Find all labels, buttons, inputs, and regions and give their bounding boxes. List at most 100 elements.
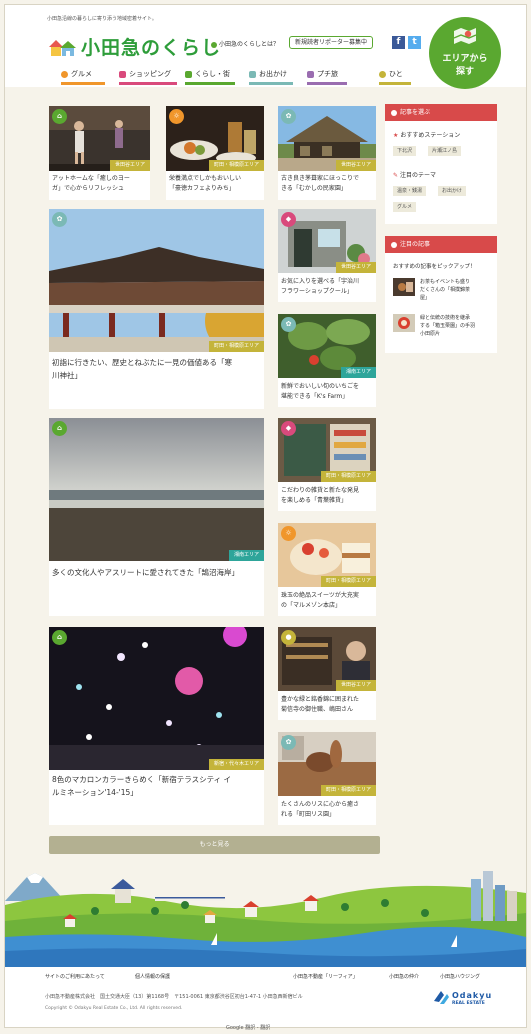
sidebar-choose-heading: 記事を選ぶ — [385, 104, 497, 121]
article-caption: こだわりの雑貨と新たな発見 を楽しめる「青葉雑貨」 — [281, 486, 359, 506]
category-shopping-icon: ◆ — [281, 421, 296, 436]
area-badge: 町田・相模原エリア — [320, 471, 376, 482]
station-heading-label: おすすめステーション — [400, 132, 461, 139]
featured-item[interactable]: お茶もイベントも盛り だくさんの「相撲錦茶 屋」 — [393, 278, 492, 302]
sidebar-featured-articles: 注目の記事 おすすめの記事をピックアップ！ お茶もイベントも盛り だくさんの「相撲… — [385, 236, 497, 353]
footer-link-leafia[interactable]: 小田急不動産「リーフィア」 — [293, 973, 358, 980]
nav-gourmet[interactable]: グルメ — [61, 63, 105, 85]
theme-tag[interactable]: 温泉・銭湯 — [393, 186, 427, 196]
featured-text: お茶もイベントも盛り だくさんの「相撲錦茶 屋」 — [420, 278, 492, 302]
nav-people[interactable]: ひと — [379, 63, 411, 85]
article-card-flower[interactable]: ◆ 世田谷エリア お気に入りを選べる「宇治川 フラワーショップクール」 — [278, 209, 376, 302]
sidebar-choose-articles: 記事を選ぶ ★ おすすめステーション 下北沢 片瀬江ノ島 ✎ 注目のテーマ 温泉・銭… — [385, 104, 497, 224]
article-card-yoga[interactable]: ⌂ 世田谷エリア アットホームな「癒しのヨー ガ」で心からリフレッシュ — [49, 106, 150, 200]
nav-petit-trip[interactable]: プチ旅 — [307, 63, 347, 85]
caption-line: ルミネーション'14-'15」 — [52, 788, 138, 797]
caption-line: 珠玉の絶品スイーツが大充実 — [281, 592, 359, 599]
area-button-line2: 探す — [455, 67, 474, 77]
area-badge: 湘南エリア — [228, 550, 264, 561]
station-tag[interactable]: 下北沢 — [393, 146, 417, 156]
sidebar-choose-title: 記事を選ぶ — [400, 109, 431, 116]
caption-line: 堪能できる「K's Farm」 — [281, 393, 349, 400]
article-caption: お気に入りを選べる「宇治川 フラワーショップクール」 — [281, 277, 359, 297]
nav-shopping-bar — [119, 82, 177, 85]
footer-link-brokerage[interactable]: 小田急の仲介 — [389, 973, 419, 980]
article-caption: アットホームな「癒しのヨー ガ」で心からリフレッシュ — [52, 174, 130, 194]
article-card-cafe[interactable]: ☼ 町田・相模原エリア 栄養満点でしかもおいしい 「豪徳カフェよりみち」 — [166, 106, 264, 200]
sidebar-featured-heading: 注目の記事 — [385, 236, 497, 253]
pencil-icon: ✎ — [393, 172, 399, 179]
article-card-illumination[interactable]: ⌂ 新宿・代々木エリア 8色のマカロンカラーきらめく「新宿テラスシティ イルミネ… — [49, 627, 264, 825]
area-button-line1: エリアから — [442, 54, 488, 64]
nav-outing-bar — [249, 82, 293, 85]
article-card-minka[interactable]: ✿ 世田谷エリア 古き良き茅葺家にほっこりで きる「むかしの民家園」 — [278, 106, 376, 200]
suitcase-icon — [307, 70, 314, 78]
more-button[interactable]: もっと見る — [49, 836, 380, 854]
star-icon: ★ — [393, 132, 399, 139]
about-link-label: 小田急のくらしとは？ — [219, 41, 280, 48]
caption-line: フラワーショップクール」 — [281, 288, 353, 295]
featured-thumb — [393, 314, 415, 332]
article-caption: 珠玉の絶品スイーツが大充実 の「マルメゾン本店」 — [281, 591, 359, 611]
area-badge: 湘南エリア — [340, 367, 376, 378]
theme-tag[interactable]: お出かけ — [438, 186, 467, 196]
station-tag[interactable]: 片瀬江ノ島 — [428, 146, 462, 156]
station-heading: ★ おすすめステーション — [393, 130, 460, 139]
article-caption: たくさんのリスに心から癒さ れる「町田リス園」 — [281, 800, 359, 820]
nav-gourmet-label: グルメ — [71, 70, 92, 78]
odakyu-logo[interactable]: Odakyu REAL ESTATE — [433, 989, 493, 1009]
odakyu-mark-icon — [434, 991, 449, 1004]
area-badge: 世田谷エリア — [335, 262, 376, 273]
footer-link-housing[interactable]: 小田急ハウジング — [440, 973, 480, 980]
area-badge: 町田・相模原エリア — [320, 576, 376, 587]
twitter-icon[interactable]: t — [408, 36, 421, 49]
facebook-icon[interactable]: f — [392, 36, 405, 49]
bag-icon — [119, 70, 126, 78]
about-link[interactable]: 小田急のくらしとは？ — [211, 39, 279, 48]
caption-line: 「豪徳カフェよりみち」 — [169, 185, 235, 192]
article-card-zakka[interactable]: ◆ 町田・相模原エリア こだわりの雑貨と新たな発見 を楽しめる「青葉雑貨」 — [278, 418, 376, 511]
nav-people-bar — [379, 82, 411, 85]
footer-link-privacy[interactable]: 個人情報の保護 — [135, 973, 170, 980]
category-outing-icon: ✿ — [281, 109, 296, 124]
copyright: Copyright © Odakyu Real Estate Co., Ltd.… — [45, 1006, 183, 1011]
area-badge: 町田・相模原エリア — [208, 160, 264, 171]
search-icon — [391, 109, 397, 116]
site-footer: サイトのご利用にあたって 個人情報の保護 小田急不動産「リーフィア」 小田急の仲… — [5, 967, 526, 1027]
site-logo[interactable]: 小田急のくらし — [47, 33, 220, 61]
featured-text: 緑と伝統の技術を継承 する「箱玉栗園」の手羽 小田原片 — [420, 314, 492, 338]
article-caption: 初詣に行きたい、歴史とねぶたに一見の価値ある「寒 川神社」 — [52, 356, 232, 382]
recruit-button[interactable]: 新規読者リポーター募集中 — [289, 36, 374, 49]
article-card-samukawa[interactable]: ✿ 町田・相模原エリア 初詣に行きたい、歴史とねぶたに一見の価値ある「寒 川神社」 — [49, 209, 264, 409]
featured-item[interactable]: 緑と伝統の技術を継承 する「箱玉栗園」の手羽 小田原片 — [393, 314, 492, 338]
article-caption: 古き良き茅葺家にほっこりで きる「むかしの民家園」 — [281, 174, 359, 194]
nav-living-bar — [185, 82, 235, 85]
category-living-icon: ⌂ — [52, 630, 67, 645]
article-card-strawberry[interactable]: ✿ 湘南エリア 新鮮でおいしい旬のいちごを 堪能できる「K's Farm」 — [278, 314, 376, 407]
article-caption: 多くの文化人やアスリートに愛されてきた「鵠沼海岸」 — [52, 568, 240, 577]
category-outing-icon: ✿ — [281, 317, 296, 332]
nav-outing[interactable]: お出かけ — [249, 63, 293, 85]
article-card-person[interactable]: ● 世田谷エリア 豊かな緑と銘香錦に囲まれた 菊信寺の御住職、嶋田さん — [278, 627, 376, 720]
area-badge: 町田・相模原エリア — [320, 785, 376, 796]
footer-link-terms[interactable]: サイトのご利用にあたって — [45, 973, 105, 980]
area-search-button[interactable]: エリアから 探す — [429, 17, 501, 89]
nav-petit-trip-label: プチ旅 — [317, 70, 338, 78]
google-translate-widget[interactable]: Google 翻訳 - 翻訳 — [226, 1024, 270, 1031]
article-caption: 豊かな緑と銘香錦に囲まれた 菊信寺の御住職、嶋田さん — [281, 695, 359, 715]
article-card-squirrel[interactable]: ✿ 町田・相模原エリア たくさんのリスに心から癒さ れる「町田リス園」 — [278, 732, 376, 825]
article-card-sweets[interactable]: ☼ 町田・相模原エリア 珠玉の絶品スイーツが大充実 の「マルメゾン本店」 — [278, 523, 376, 616]
bookmark-icon — [391, 241, 397, 248]
article-caption: 栄養満点でしかもおいしい 「豪徳カフェよりみち」 — [169, 174, 241, 194]
category-living-icon: ⌂ — [52, 109, 67, 124]
nav-living[interactable]: くらし・街 — [185, 63, 235, 85]
nav-shopping[interactable]: ショッピング — [119, 63, 177, 85]
home-icon — [185, 70, 192, 78]
featured-text-line: する「箱玉栗園」の手羽 — [420, 323, 476, 329]
area-badge: 世田谷エリア — [109, 160, 150, 171]
nav-living-label: くらし・街 — [195, 70, 230, 78]
article-card-kugenuma[interactable]: ⌂ 湘南エリア 多くの文化人やアスリートに愛されてきた「鵠沼海岸」 — [49, 418, 264, 616]
theme-tag[interactable]: グルメ — [393, 202, 417, 212]
article-caption: 新鮮でおいしい旬のいちごを 堪能できる「K's Farm」 — [281, 382, 359, 402]
featured-text-line: 緑と伝統の技術を継承 — [420, 315, 471, 321]
